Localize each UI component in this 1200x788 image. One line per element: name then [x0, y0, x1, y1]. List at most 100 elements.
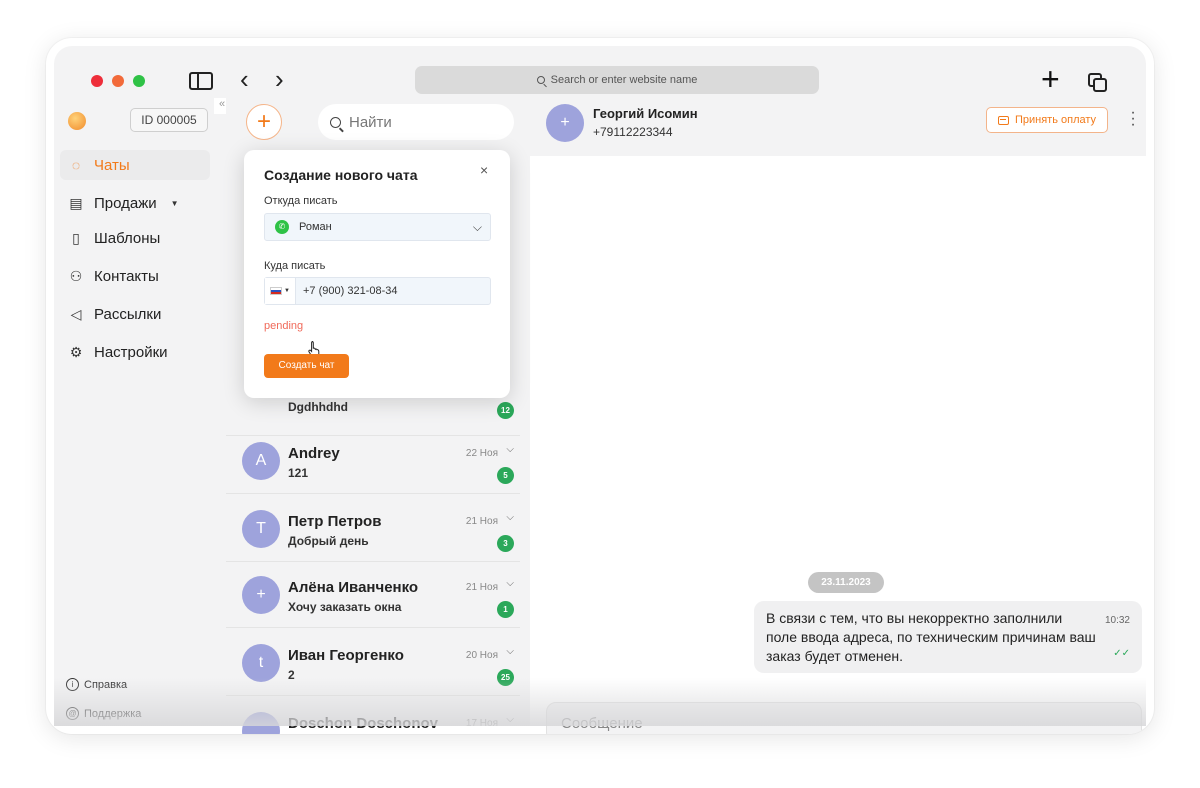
- caret-down-icon: ▼: [170, 198, 179, 208]
- chevron-down-icon[interactable]: ⌵: [506, 578, 514, 589]
- list-item[interactable]: + Алёна Иванченко Хочу заказать окна 21 …: [226, 562, 520, 628]
- chevron-down-icon[interactable]: ⌵: [506, 646, 514, 657]
- sidebar-item-templates[interactable]: ▯ Шаблоны: [60, 223, 210, 253]
- sidebar-item-contacts[interactable]: ⚇ Контакты: [60, 261, 210, 291]
- new-chat-button[interactable]: +: [246, 104, 282, 140]
- sidebar-item-settings[interactable]: ⚙ Настройки: [60, 337, 210, 367]
- accept-payment-label: Принять оплату: [1014, 114, 1097, 126]
- chat-preview: 121: [288, 466, 309, 480]
- message-time: 10:32: [1104, 615, 1130, 626]
- list-item[interactable]: T Петр Петров Добрый день 21 Ноя ⌵ 3: [226, 496, 520, 562]
- country-select[interactable]: ▼: [265, 278, 296, 304]
- message-input[interactable]: Сообщение: [546, 702, 1142, 734]
- from-label: Откуда писать: [264, 195, 338, 207]
- conversation-pane: + Георгий Исомин +79112223344 Принять оп…: [530, 98, 1146, 734]
- support-link[interactable]: @ Поддержка: [66, 707, 141, 720]
- document-icon: ▯: [72, 230, 80, 246]
- gear-icon: ⚙: [69, 344, 83, 360]
- list-item[interactable]: Doschon Doschonov 17 Ноя ⌵: [226, 698, 520, 734]
- avatar[interactable]: +: [546, 104, 584, 142]
- chat-preview: Хочу заказать окна: [288, 600, 402, 614]
- sidebar-item-label: Чаты: [94, 156, 130, 174]
- sidebar-item-mailings[interactable]: ◁ Рассылки: [60, 299, 210, 329]
- chat-date: 20 Ноя: [465, 650, 498, 661]
- back-icon[interactable]: ‹: [240, 66, 249, 92]
- create-chat-button[interactable]: Создать чат: [264, 354, 349, 378]
- maximize-window-button[interactable]: [133, 75, 145, 87]
- channel-value: Роман: [299, 221, 332, 233]
- status-text: pending: [264, 320, 304, 332]
- chat-date: 21 Ноя: [465, 582, 498, 593]
- date-separator: 23.11.2023: [808, 572, 884, 593]
- new-chat-modal: Создание нового чата × Откуда писать ✆ Р…: [244, 150, 510, 398]
- chat-name: Andrey: [288, 445, 340, 462]
- modal-title: Создание нового чата: [264, 167, 418, 183]
- caret-down-icon: ▼: [284, 288, 290, 294]
- unread-badge: 25: [497, 669, 514, 686]
- chat-date: 17 Ноя: [465, 718, 498, 729]
- sidebar-item-label: Настройки: [94, 343, 168, 361]
- double-check-icon: ✓✓: [1113, 648, 1130, 659]
- unread-badge: 1: [497, 601, 514, 618]
- address-bar-placeholder: Search or enter website name: [550, 74, 698, 86]
- card-icon: [997, 115, 1009, 125]
- support-icon: @: [66, 707, 79, 720]
- unread-badge: 5: [497, 467, 514, 484]
- chat-name: Петр Петров: [288, 513, 382, 530]
- forward-icon[interactable]: ›: [275, 66, 284, 92]
- store-icon: ▤: [69, 195, 83, 211]
- chat-name: Алёна Иванченко: [288, 579, 419, 596]
- channel-select[interactable]: ✆ Роман ⌵: [264, 213, 491, 241]
- chat-preview: 2: [288, 668, 295, 682]
- chat-date: 22 Ноя: [465, 448, 498, 459]
- chat-name: Иван Георгенко: [288, 647, 404, 664]
- tabs-icon[interactable]: [1088, 73, 1107, 92]
- sidebar-item-label: Шаблоны: [94, 229, 161, 247]
- address-bar[interactable]: Search or enter website name: [415, 66, 819, 94]
- help-link[interactable]: i Справка: [66, 678, 127, 691]
- chevron-down-icon[interactable]: ⌵: [506, 512, 514, 523]
- sidebar-item-chats[interactable]: ◌ Чаты: [60, 150, 210, 180]
- accept-payment-button[interactable]: Принять оплату: [986, 107, 1108, 133]
- info-icon: i: [66, 678, 79, 691]
- megaphone-icon: ◁: [70, 306, 82, 322]
- help-link-label: Справка: [84, 678, 128, 691]
- browser-toolbar: ‹ › Search or enter website name +: [54, 46, 1146, 102]
- conversation-header: + Георгий Исомин +79112223344 Принять оп…: [530, 98, 1146, 156]
- minimize-window-button[interactable]: [112, 75, 124, 87]
- plus-icon[interactable]: +: [1041, 63, 1060, 95]
- contacts-icon: ⚇: [69, 268, 83, 284]
- message-bubble: В связи с тем, что вы некорректно заполн…: [754, 601, 1142, 673]
- unread-badge: 3: [497, 535, 514, 552]
- close-window-button[interactable]: [91, 75, 103, 87]
- phone-input[interactable]: ▼ +7 (900) 321-08-34: [264, 277, 491, 305]
- chat-name: Doschon Doschonov: [288, 715, 439, 732]
- more-options-icon[interactable]: · · ·: [1130, 105, 1136, 133]
- sidebar-toggle-icon[interactable]: [189, 72, 213, 90]
- list-item[interactable]: A Andrey 121 22 Ноя ⌵ 5: [226, 428, 520, 494]
- chat-preview: Добрый день: [288, 534, 369, 548]
- list-item[interactable]: t Иван Георгенко 2 20 Ноя ⌵ 25: [226, 630, 520, 696]
- account-id-badge: ID 000005: [130, 108, 208, 132]
- sidebar-item-label: Контакты: [94, 267, 159, 285]
- sidebar-item-label: Рассылки: [94, 305, 162, 323]
- unread-badge: 12: [497, 402, 514, 419]
- chevron-down-icon[interactable]: ⌵: [506, 714, 514, 725]
- whatsapp-icon: ✆: [275, 220, 289, 234]
- sidebar-item-label: Продажи: [94, 194, 157, 212]
- search-icon: [536, 76, 545, 84]
- chevron-down-icon[interactable]: ⌵: [506, 444, 514, 455]
- chat-preview: Dgdhhdhd: [288, 400, 348, 414]
- to-label: Куда писать: [264, 260, 326, 272]
- support-link-label: Поддержка: [84, 707, 142, 720]
- search-icon: [330, 116, 341, 128]
- avatar: t: [242, 644, 280, 682]
- chevron-down-icon: ⌵: [472, 220, 482, 234]
- search-input[interactable]: Найти: [318, 104, 514, 140]
- message-text: В связи с тем, что вы некорректно заполн…: [766, 610, 1096, 664]
- contact-name: Георгий Исомин: [593, 106, 698, 121]
- close-icon[interactable]: ×: [480, 162, 488, 178]
- sidebar-item-sales[interactable]: ▤ Продажи ▼: [60, 188, 210, 218]
- avatar: +: [242, 576, 280, 614]
- browser-window: ‹ › Search or enter website name + ID 00…: [46, 38, 1154, 734]
